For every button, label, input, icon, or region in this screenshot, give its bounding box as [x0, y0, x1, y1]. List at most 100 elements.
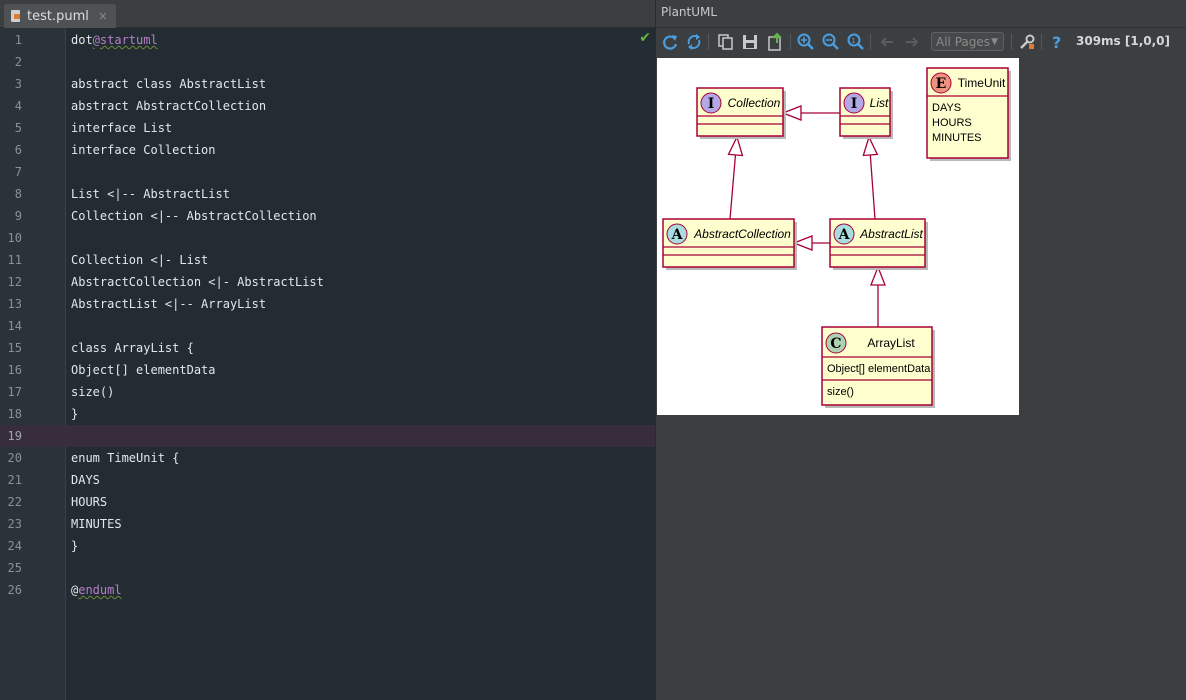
code-token: dot [71, 33, 93, 47]
code-text: abstract AbstractCollection [71, 95, 266, 117]
code-text: @enduml [71, 579, 122, 601]
code-line[interactable]: 21 DAYS [0, 469, 655, 491]
code-token: List <|-- AbstractList [71, 187, 230, 201]
code-line[interactable]: 12 AbstractCollection <|- AbstractList [0, 271, 655, 293]
zoom-in-icon[interactable] [796, 32, 816, 52]
line-number: 1 [14, 33, 22, 47]
uml-class-list: I List [839, 87, 893, 139]
code-line[interactable]: 19 [0, 425, 655, 447]
svg-text:1: 1 [851, 37, 855, 45]
code-area[interactable]: 1 dot@startuml 2 3 abstract class AbstractLi… [0, 28, 655, 700]
pages-select[interactable]: All Pages ▼ [931, 32, 1004, 51]
inheritance-arrowhead [727, 135, 744, 157]
code-line[interactable]: 22 HOURS [0, 491, 655, 513]
zoom-out-icon[interactable] [821, 32, 841, 52]
code-token: DAYS [71, 473, 100, 487]
class-name: AbstractCollection [693, 227, 791, 241]
code-line[interactable]: 26 @enduml [0, 579, 655, 601]
code-line[interactable]: 23 MINUTES [0, 513, 655, 535]
code-line[interactable]: 16 Object[] elementData [0, 359, 655, 381]
chevron-down-icon: ▼ [991, 37, 998, 47]
line-number: 15 [7, 341, 22, 355]
class-field: HOURS [932, 117, 972, 129]
code-editor[interactable]: test.puml × 1 dot@startuml 2 3 abstract clas… [0, 0, 655, 700]
code-line[interactable]: 9 Collection <|-- AbstractCollection [0, 205, 655, 227]
tab-test-puml[interactable]: test.puml × [4, 4, 116, 28]
plantuml-toolbar: 1 All Pages ▼ ? 309ms [1,0,0] [656, 28, 1186, 56]
code-text: Collection <|- List [71, 249, 208, 271]
code-line[interactable]: 25 [0, 557, 655, 579]
line-number: 25 [7, 561, 22, 575]
stereotype-letter: E [936, 76, 947, 92]
code-text: interface List [71, 117, 172, 139]
line-number: 2 [14, 55, 22, 69]
prev-page-icon[interactable] [877, 32, 897, 52]
uml-class-collection: I Collection [696, 87, 786, 139]
help-icon[interactable]: ? [1047, 32, 1067, 52]
code-text: } [71, 403, 78, 425]
code-line[interactable]: 17 size() [0, 381, 655, 403]
line-number: 24 [7, 539, 22, 553]
code-line[interactable]: 2 [0, 51, 655, 73]
code-line[interactable]: 1 dot@startuml [0, 29, 655, 51]
close-tab-icon[interactable]: × [98, 9, 108, 23]
code-token: } [71, 407, 79, 421]
code-line[interactable]: 24} [0, 535, 655, 557]
stereotype-letter: A [838, 227, 851, 243]
class-method: size() [827, 386, 854, 398]
panel-header: PlantUML [656, 0, 1186, 28]
uml-class-arraylist: C ArrayList Object[] elementData size() [821, 326, 935, 408]
zoom-actual-icon[interactable]: 1 [846, 32, 866, 52]
code-text: AbstractList <|-- ArrayList [71, 293, 266, 315]
sync-icon[interactable] [684, 32, 704, 52]
save-icon[interactable] [740, 32, 760, 52]
line-number: 12 [7, 275, 22, 289]
uml-diagram[interactable]: I Collection I List E TimeUnit DAYS HOURS MINUTE… [657, 58, 1019, 415]
line-number: 14 [7, 319, 22, 333]
code-token: HOURS [71, 495, 108, 509]
code-text: DAYS [71, 469, 100, 491]
pages-select-label: All Pages [936, 35, 990, 49]
code-keyword: @startuml [92, 33, 158, 47]
line-number: 19 [7, 429, 22, 443]
refresh-icon[interactable] [660, 32, 680, 52]
stereotype-letter: I [708, 96, 715, 112]
line-number: 16 [7, 363, 22, 377]
code-line[interactable]: 3 abstract class AbstractList [0, 73, 655, 95]
code-text: size() [71, 381, 114, 403]
code-token: MINUTES [71, 517, 122, 531]
uml-class-abstractlist: A AbstractList [829, 218, 928, 270]
code-line[interactable]: 5 interface List [0, 117, 655, 139]
code-text: MINUTES [71, 513, 122, 535]
code-line[interactable]: 4 abstract AbstractCollection [0, 95, 655, 117]
line-number: 3 [14, 77, 22, 91]
uml-class-abstractcollection: A AbstractCollection [662, 218, 797, 270]
line-number: 23 [7, 517, 22, 531]
code-token: enum TimeUnit { [71, 451, 180, 465]
code-text: List <|-- AbstractList [71, 183, 230, 205]
line-number: 17 [7, 385, 22, 399]
code-line[interactable]: 20 enum TimeUnit { [0, 447, 655, 469]
line-number: 4 [14, 99, 22, 113]
next-page-icon[interactable] [902, 32, 922, 52]
class-name: ArrayList [867, 336, 915, 350]
uml-class-timeunit: E TimeUnit DAYS HOURS MINUTES [926, 67, 1011, 161]
stereotype-letter: A [671, 227, 684, 243]
code-line[interactable]: 6 interface Collection [0, 139, 655, 161]
code-line[interactable]: 18} [0, 403, 655, 425]
code-token: Collection <|-- AbstractCollection [71, 209, 317, 223]
code-line[interactable]: 13 AbstractList <|-- ArrayList [0, 293, 655, 315]
uml-diagram-svg: I Collection I List E TimeUnit DAYS HOURS MINUTE… [662, 67, 1011, 408]
class-name: Collection [728, 96, 781, 110]
code-line[interactable]: 8 List <|-- AbstractList [0, 183, 655, 205]
export-icon[interactable] [765, 32, 785, 52]
code-line[interactable]: 15 class ArrayList { [0, 337, 655, 359]
code-line[interactable]: 10 [0, 227, 655, 249]
code-line[interactable]: 11 Collection <|- List [0, 249, 655, 271]
code-line[interactable]: 7 [0, 161, 655, 183]
code-text: abstract class AbstractList [71, 73, 266, 95]
code-line[interactable]: 14 [0, 315, 655, 337]
stereotype-letter: I [851, 96, 858, 112]
settings-icon[interactable] [1017, 32, 1037, 52]
copy-icon[interactable] [715, 32, 735, 52]
